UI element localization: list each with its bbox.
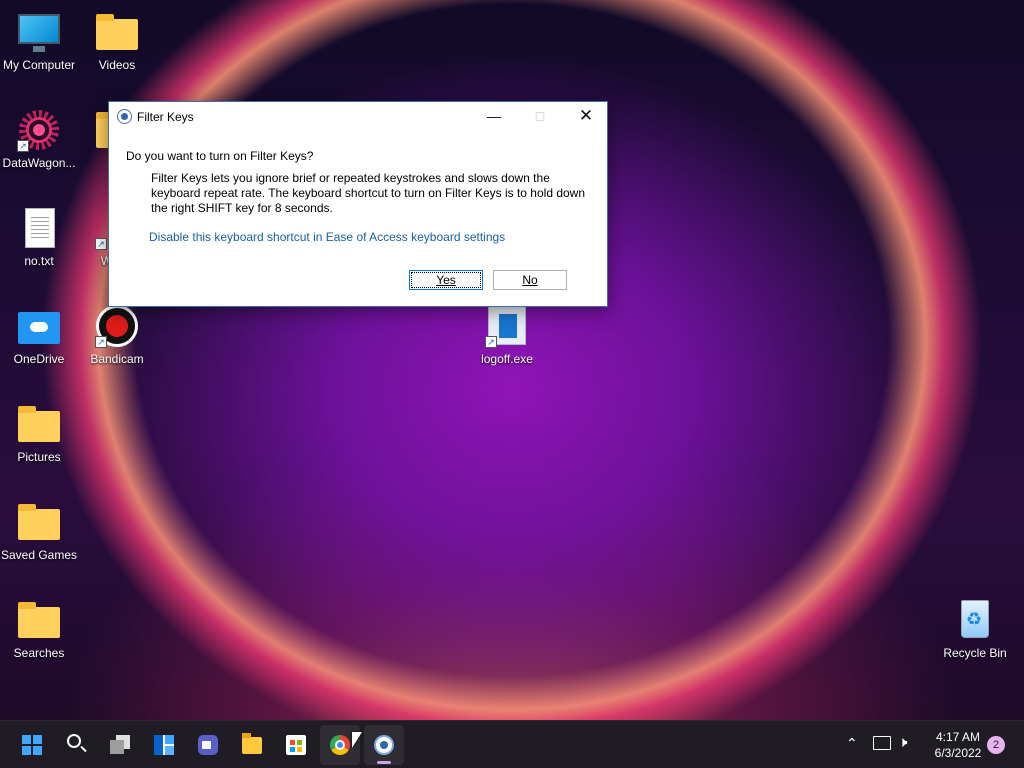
desktop-icon-label: My Computer [2,58,76,72]
desktop-icon-bandicam[interactable]: ↗ Bandicam [78,304,156,366]
mouse-cursor-icon [352,732,362,748]
search-button[interactable] [56,725,96,765]
chrome-icon [330,735,350,755]
text-file-icon [17,206,61,250]
desktop-icon-label: Pictures [17,450,61,464]
desktop-icon-label: no.txt [24,254,54,268]
chat-icon [198,735,218,755]
dialog-body-text: Filter Keys lets you ignore brief or rep… [151,171,586,215]
desktop-icon-label: DataWagon... [2,156,76,170]
exe-file-icon: ↗ [485,304,529,348]
task-view-button[interactable] [100,725,140,765]
volume-icon[interactable]: 🕨 [898,734,907,768]
desktop-icon-label: Recycle Bin [943,646,1007,660]
active-indicator [377,761,391,764]
shortcut-arrow-icon: ↗ [95,336,107,348]
show-hidden-icons-chevron-icon[interactable]: ⌃ [846,735,862,751]
desktop-icon-label: OneDrive [13,352,65,366]
notification-badge[interactable]: 2 [987,736,1005,754]
desktop-icon-label: logoff.exe [481,352,533,366]
folder-icon [17,500,61,544]
desktop-icon-videos[interactable]: Videos [78,10,156,72]
shortcut-arrow-icon: ↗ [485,336,497,348]
widgets-button[interactable] [144,725,184,765]
minimize-button[interactable]: — [471,102,517,132]
desktop-icon-searches[interactable]: Searches [0,598,78,660]
ease-of-access-icon [374,735,394,755]
desktop-icon-saved-games[interactable]: Saved Games [0,500,78,562]
shortcut-arrow-icon: ↗ [95,238,107,250]
chat-button[interactable] [188,725,228,765]
onedrive-folder-icon [17,304,61,348]
folder-icon [95,10,139,54]
search-icon [67,734,81,748]
file-explorer-icon [242,733,262,754]
file-explorer-button[interactable] [232,725,272,765]
filter-keys-dialog: Filter Keys — □ ✕ Do you want to turn on… [108,101,608,307]
close-button[interactable]: ✕ [563,102,609,132]
start-button[interactable] [12,725,52,765]
shortcut-arrow-icon: ↗ [17,140,29,152]
mandala-app-icon: ↗ [17,108,61,152]
taskbar: ⌃ 🕨 4:17 AM 6/3/2022 2 [0,720,1024,768]
desktop-icon-label: Videos [98,58,136,72]
network-icon[interactable] [873,736,891,750]
clock-date: 6/3/2022 [934,746,982,760]
store-button[interactable] [276,725,316,765]
yes-button-label: Yes [436,273,456,287]
desktop-icon-recycle-bin[interactable]: Recycle Bin [936,598,1014,660]
desktop-icon-label: Bandicam [90,352,144,366]
folder-icon [17,402,61,446]
desktop-icon-onedrive[interactable]: OneDrive [0,304,78,366]
yes-button[interactable]: Yes [409,270,483,290]
folder-icon [17,598,61,642]
record-icon: ↗ [95,304,139,348]
desktop-icon-pictures[interactable]: Pictures [0,402,78,464]
desktop-icon-my-computer[interactable]: My Computer [0,10,78,72]
desktop-icon-no-txt[interactable]: no.txt [0,206,78,268]
disable-shortcut-link[interactable]: Disable this keyboard shortcut in Ease o… [149,230,505,244]
desktop-icon-label: Saved Games [0,548,78,562]
ease-of-access-icon [117,109,132,124]
task-view-icon [110,735,130,755]
desktop-icon-datawagon[interactable]: ↗ DataWagon... [0,108,78,170]
recycle-bin-icon [953,598,997,642]
store-icon [286,735,306,755]
desktop-icon-logoff[interactable]: ↗ logoff.exe [468,304,546,366]
clock[interactable]: 4:17 AM 6/3/2022 [928,729,988,768]
ease-of-access-taskbar-button[interactable] [364,725,404,765]
monitor-icon [17,10,61,54]
dialog-question: Do you want to turn on Filter Keys? [126,149,314,163]
desktop-icon-label: Searches [13,646,65,660]
no-button-label: No [522,273,538,287]
no-button[interactable]: No [493,270,567,290]
maximize-button: □ [535,108,545,124]
dialog-title: Filter Keys [137,110,194,124]
start-icon [22,735,42,755]
dialog-titlebar[interactable]: Filter Keys — □ ✕ [109,102,607,132]
widgets-icon [154,735,174,755]
clock-time: 4:17 AM [935,730,981,744]
